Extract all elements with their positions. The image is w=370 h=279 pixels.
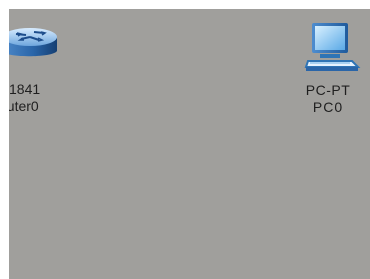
logical-workspace[interactable]: 1841 outer0 bbox=[9, 9, 370, 279]
router-name-label: outer0 bbox=[9, 98, 39, 114]
pc-name-label: PC0 bbox=[312, 99, 344, 115]
screen: 1841 outer0 bbox=[0, 0, 370, 279]
pc-model-label: PC-PT bbox=[305, 82, 351, 98]
pc-icon[interactable] bbox=[300, 19, 362, 79]
router-model-label: 1841 bbox=[9, 81, 41, 97]
router-device[interactable]: 1841 outer0 bbox=[9, 23, 71, 123]
router-icon[interactable] bbox=[9, 23, 61, 63]
pc-device[interactable]: PC-PT PC0 bbox=[290, 19, 370, 124]
